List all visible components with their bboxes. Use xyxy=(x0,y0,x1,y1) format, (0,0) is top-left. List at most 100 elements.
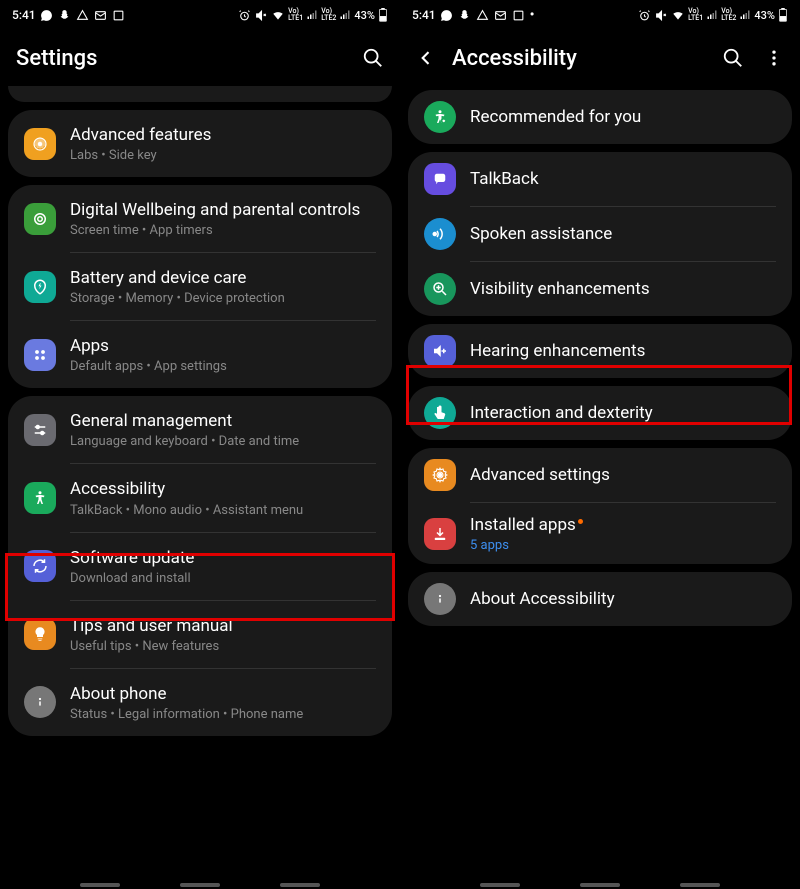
gmail-icon xyxy=(94,8,108,22)
item-visibility[interactable]: Visibility enhancements xyxy=(408,262,792,316)
item-advanced-features[interactable]: Advanced features Labs • Side key xyxy=(8,110,392,177)
touch-icon xyxy=(424,397,456,429)
item-advanced-settings[interactable]: Advanced settings xyxy=(408,448,792,502)
signal1-icon xyxy=(306,9,318,21)
volume-plus-icon xyxy=(424,335,456,367)
item-sub: TalkBack • Mono audio • Assistant menu xyxy=(70,503,376,518)
item-battery-care[interactable]: Battery and device care Storage • Memory… xyxy=(8,253,392,320)
item-title: Advanced settings xyxy=(470,464,776,486)
item-sub: Storage • Memory • Device protection xyxy=(70,291,376,306)
item-apps[interactable]: Apps Default apps • App settings xyxy=(8,321,392,388)
sim2-label: Vo)LTE2 xyxy=(721,8,736,22)
item-sub: Labs • Side key xyxy=(70,148,376,163)
item-spoken-assistance[interactable]: Spoken assistance xyxy=(408,207,792,261)
download-icon xyxy=(424,518,456,550)
item-title: About Accessibility xyxy=(470,588,776,610)
item-interaction[interactable]: Interaction and dexterity xyxy=(408,386,792,440)
settings-section: General management Language and keyboard… xyxy=(8,396,392,735)
back-button[interactable] xyxy=(416,48,436,68)
item-about-accessibility[interactable]: About Accessibility xyxy=(408,572,792,626)
accessibility-heart-icon xyxy=(424,101,456,133)
search-icon[interactable] xyxy=(362,47,384,69)
item-sub: Screen time • App timers xyxy=(70,223,376,238)
settings-section: Digital Wellbeing and parental controls … xyxy=(8,185,392,388)
item-hearing[interactable]: Hearing enhancements xyxy=(408,324,792,378)
item-title: Battery and device care xyxy=(70,267,376,289)
item-title: Interaction and dexterity xyxy=(470,402,776,424)
page-title: Accessibility xyxy=(452,46,722,71)
battery-percent: 43% xyxy=(754,9,775,22)
signal2-icon xyxy=(339,9,351,21)
nav-home[interactable] xyxy=(580,883,620,887)
clock: 5:41 xyxy=(412,8,436,22)
item-installed-apps[interactable]: Installed apps 5 apps xyxy=(408,503,792,564)
item-sub: Language and keyboard • Date and time xyxy=(70,434,376,449)
whatsapp-icon xyxy=(40,8,54,22)
item-title: About phone xyxy=(70,683,376,705)
item-title: Recommended for you xyxy=(470,106,776,128)
status-bar: 5:41 • Vo)LTE1 Vo)LTE2 43% xyxy=(400,0,800,30)
item-title: Accessibility xyxy=(70,478,376,500)
nav-recent[interactable] xyxy=(480,883,520,887)
zoom-plus-icon xyxy=(424,273,456,305)
photos-icon xyxy=(512,8,526,22)
apps-grid-icon xyxy=(24,339,56,371)
mute-icon xyxy=(654,8,668,22)
item-accessibility[interactable]: Accessibility TalkBack • Mono audio • As… xyxy=(8,464,392,531)
item-sub: Status • Legal information • Phone name xyxy=(70,707,376,722)
a11y-section: Recommended for you xyxy=(408,90,792,144)
nav-recent[interactable] xyxy=(80,883,120,887)
snapchat-icon xyxy=(458,8,472,22)
item-title: Installed apps xyxy=(470,514,776,536)
signal2-icon xyxy=(739,9,751,21)
nav-back[interactable] xyxy=(680,883,720,887)
nav-back[interactable] xyxy=(280,883,320,887)
item-talkback[interactable]: TalkBack xyxy=(408,152,792,206)
item-title: Visibility enhancements xyxy=(470,278,776,300)
bulb-icon xyxy=(24,618,56,650)
more-icon: • xyxy=(530,7,535,23)
accessibility-icon xyxy=(24,482,56,514)
sim2-label: Vo)LTE2 xyxy=(321,8,336,22)
battery-percent: 43% xyxy=(354,9,375,22)
item-sub: Useful tips • New features xyxy=(70,639,376,654)
item-sub: Download and install xyxy=(70,571,376,586)
item-title: Advanced features xyxy=(70,124,376,146)
update-icon xyxy=(24,550,56,582)
settings-section: Advanced features Labs • Side key xyxy=(8,110,392,177)
item-tips[interactable]: Tips and user manual Useful tips • New f… xyxy=(8,601,392,668)
signal1-icon xyxy=(706,9,718,21)
sound-wave-icon xyxy=(424,218,456,250)
snapchat-icon xyxy=(58,8,72,22)
wifi-icon xyxy=(271,8,285,22)
item-general-management[interactable]: General management Language and keyboard… xyxy=(8,396,392,463)
item-digital-wellbeing[interactable]: Digital Wellbeing and parental controls … xyxy=(8,185,392,252)
drive-icon xyxy=(476,8,490,22)
item-title: Hearing enhancements xyxy=(470,340,776,362)
sim1-label: Vo)LTE1 xyxy=(288,8,303,22)
wellbeing-icon xyxy=(24,203,56,235)
item-sub-link[interactable]: 5 apps xyxy=(470,538,776,553)
item-title: TalkBack xyxy=(470,168,776,190)
item-title: Apps xyxy=(70,335,376,357)
search-icon[interactable] xyxy=(722,47,744,69)
settings-screen: 5:41 xyxy=(0,0,400,889)
whatsapp-icon xyxy=(440,8,454,22)
nav-home[interactable] xyxy=(180,883,220,887)
more-menu-icon[interactable] xyxy=(764,48,784,68)
status-bar: 5:41 xyxy=(0,0,400,30)
item-recommended[interactable]: Recommended for you xyxy=(408,90,792,144)
nav-bar xyxy=(0,873,400,889)
sliders-icon xyxy=(24,414,56,446)
item-software-update[interactable]: Software update Download and install xyxy=(8,533,392,600)
drive-icon xyxy=(76,8,90,22)
item-title: Spoken assistance xyxy=(470,223,776,245)
a11y-section: About Accessibility xyxy=(408,572,792,626)
gear-icon xyxy=(424,459,456,491)
item-about-phone[interactable]: About phone Status • Legal information •… xyxy=(8,669,392,736)
mute-icon xyxy=(254,8,268,22)
settings-header: Settings xyxy=(0,30,400,86)
wifi-icon xyxy=(671,8,685,22)
photos-icon xyxy=(112,8,126,22)
update-badge xyxy=(578,519,583,524)
